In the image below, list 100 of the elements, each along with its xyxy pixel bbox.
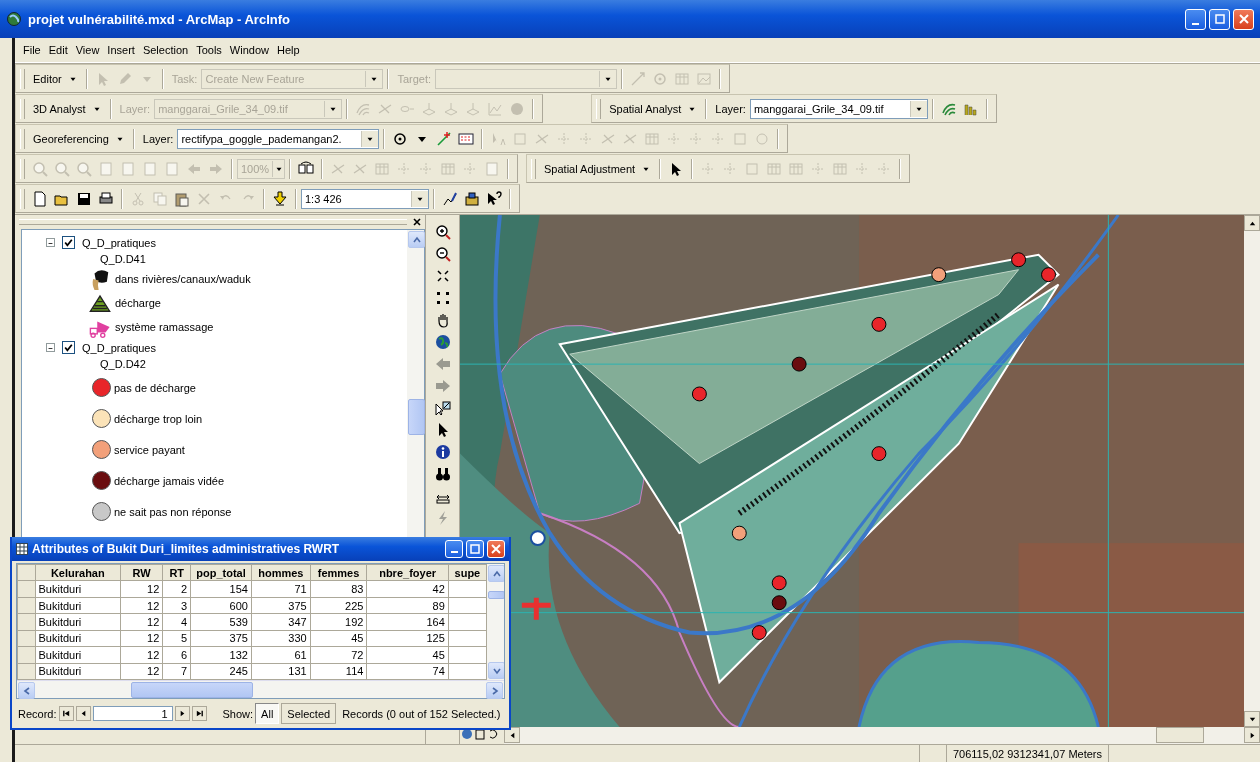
scrollbar-thumb[interactable] bbox=[131, 682, 253, 698]
forward-arrow-icon[interactable] bbox=[434, 378, 451, 394]
dropdown-field[interactable]: 1:3 426 bbox=[301, 188, 429, 209]
menu-item[interactable]: Selection bbox=[138, 42, 193, 58]
zoom-in-icon[interactable] bbox=[434, 224, 451, 240]
toolbar-menu-button[interactable]: 3D Analyst bbox=[29, 100, 106, 117]
legend-label: décharge jamais vidée bbox=[114, 474, 225, 487]
info-icon[interactable] bbox=[434, 444, 451, 460]
maximize-button[interactable] bbox=[1209, 8, 1230, 30]
editor-icon[interactable] bbox=[442, 190, 458, 207]
toolbar-menu-button[interactable]: Georeferencing bbox=[29, 130, 129, 147]
right-arrow-icon bbox=[194, 709, 204, 718]
next-record-button[interactable] bbox=[174, 706, 190, 721]
table-cell: 12 bbox=[120, 646, 163, 664]
globe-icon[interactable] bbox=[434, 334, 451, 350]
fixed-zoom-in-icon[interactable] bbox=[434, 268, 451, 284]
expand-toggle[interactable] bbox=[46, 238, 55, 247]
back-arrow-icon[interactable] bbox=[434, 356, 451, 372]
menu-item[interactable]: Tools bbox=[192, 42, 226, 58]
new-document-icon[interactable] bbox=[32, 190, 48, 207]
layer-name[interactable]: Q_D_pratiques bbox=[82, 341, 156, 354]
menu-item[interactable]: View bbox=[71, 42, 104, 58]
help-pointer-icon[interactable] bbox=[486, 190, 502, 207]
menu-item[interactable]: Edit bbox=[44, 42, 72, 58]
expand-toggle[interactable] bbox=[46, 343, 55, 352]
column-header[interactable]: supe bbox=[448, 564, 487, 581]
save-icon[interactable] bbox=[76, 190, 92, 207]
table-cell: 192 bbox=[310, 613, 367, 631]
previous-record-button[interactable] bbox=[75, 706, 91, 721]
checkbox[interactable] bbox=[62, 236, 75, 249]
first-record-button[interactable] bbox=[58, 706, 74, 721]
table-cell: 61 bbox=[251, 646, 311, 664]
left-arrow-icon bbox=[61, 709, 71, 718]
table-cell: 245 bbox=[190, 663, 252, 680]
table-cell: 375 bbox=[190, 630, 252, 647]
scrollbar[interactable] bbox=[1244, 215, 1260, 727]
table-cell: Bukitduri bbox=[35, 630, 121, 647]
show-button[interactable]: Selected bbox=[281, 703, 337, 724]
maximize-icon bbox=[469, 543, 481, 555]
show-button[interactable]: All bbox=[255, 703, 280, 724]
column-header[interactable]: femmes bbox=[310, 564, 367, 581]
scrollbar-thumb[interactable] bbox=[1156, 727, 1204, 743]
select-elements-icon[interactable] bbox=[434, 400, 451, 416]
data-frame-icon[interactable] bbox=[298, 160, 314, 177]
column-header[interactable]: RW bbox=[120, 564, 163, 581]
table-cell: Bukitduri bbox=[35, 663, 121, 680]
menu-item[interactable]: Insert bbox=[103, 42, 139, 58]
add-link-icon[interactable] bbox=[436, 130, 453, 147]
legend-label: système ramassage bbox=[115, 321, 214, 333]
scrollbar[interactable] bbox=[407, 230, 424, 540]
field-label: Task: bbox=[170, 72, 199, 85]
close-icon bbox=[490, 543, 502, 555]
table-cell: 6 bbox=[162, 646, 191, 664]
toolbar-menu-button[interactable]: Spatial Analyst bbox=[605, 100, 702, 117]
column-header[interactable]: Kelurahan bbox=[35, 564, 121, 581]
rotate-icon[interactable] bbox=[392, 130, 409, 147]
add-data-icon[interactable] bbox=[272, 190, 288, 207]
column-header[interactable]: RT bbox=[162, 564, 191, 581]
layer-name[interactable]: Q_D_pratiques bbox=[82, 236, 156, 249]
binoculars-icon[interactable] bbox=[434, 466, 451, 482]
scrollbar[interactable] bbox=[17, 680, 504, 698]
link-table-icon[interactable] bbox=[458, 130, 475, 147]
column-header[interactable]: pop_total bbox=[190, 564, 252, 581]
print-icon[interactable] bbox=[98, 190, 114, 207]
menu-item[interactable]: Help bbox=[272, 42, 304, 58]
scrollbar[interactable] bbox=[487, 564, 504, 680]
close-button[interactable] bbox=[411, 216, 423, 228]
table-cell: 71 bbox=[251, 580, 311, 598]
field-label: Layer: bbox=[118, 102, 152, 115]
scrollbar-thumb[interactable] bbox=[488, 591, 504, 599]
column-header[interactable]: hommes bbox=[251, 564, 311, 581]
toolbox-icon[interactable] bbox=[464, 190, 480, 207]
scroll-down-button[interactable] bbox=[1244, 711, 1260, 727]
maximize-icon bbox=[1213, 13, 1226, 25]
minimize-button[interactable] bbox=[445, 540, 463, 558]
minimize-icon bbox=[1192, 22, 1199, 25]
zoom-out-icon[interactable] bbox=[434, 246, 451, 262]
column-header[interactable]: nbre_foyer bbox=[366, 564, 449, 581]
table-cell: 132 bbox=[190, 646, 252, 664]
menu-item[interactable]: File bbox=[19, 42, 45, 58]
scroll-right-button[interactable] bbox=[1244, 727, 1260, 743]
table-cell: 72 bbox=[310, 646, 367, 664]
row-header[interactable] bbox=[17, 564, 35, 581]
checkbox[interactable] bbox=[62, 341, 75, 354]
toolbar-menu-button[interactable]: Spatial Adjustment bbox=[540, 160, 656, 177]
fixed-zoom-out-icon[interactable] bbox=[434, 290, 451, 306]
table-cell: 12 bbox=[120, 580, 163, 598]
scrollbar-thumb[interactable] bbox=[408, 399, 425, 435]
dropdown-field[interactable]: rectifypa_goggle_pademangan2. bbox=[177, 128, 380, 149]
record-field[interactable]: 1 bbox=[92, 706, 173, 721]
dropdown-field[interactable]: manggarai_Grile_34_09.tif bbox=[749, 98, 928, 119]
table-cell: Bukitduri bbox=[35, 613, 121, 631]
toolbar-menu-button[interactable]: Editor bbox=[29, 70, 82, 87]
scroll-up-button[interactable] bbox=[1244, 215, 1260, 231]
scrollbar[interactable] bbox=[504, 727, 1260, 744]
minimize-button[interactable] bbox=[1185, 8, 1206, 30]
menu-item[interactable]: Window bbox=[225, 42, 273, 58]
table-cell: 225 bbox=[310, 597, 367, 614]
last-record-button[interactable] bbox=[191, 706, 207, 721]
maximize-button[interactable] bbox=[466, 540, 484, 558]
